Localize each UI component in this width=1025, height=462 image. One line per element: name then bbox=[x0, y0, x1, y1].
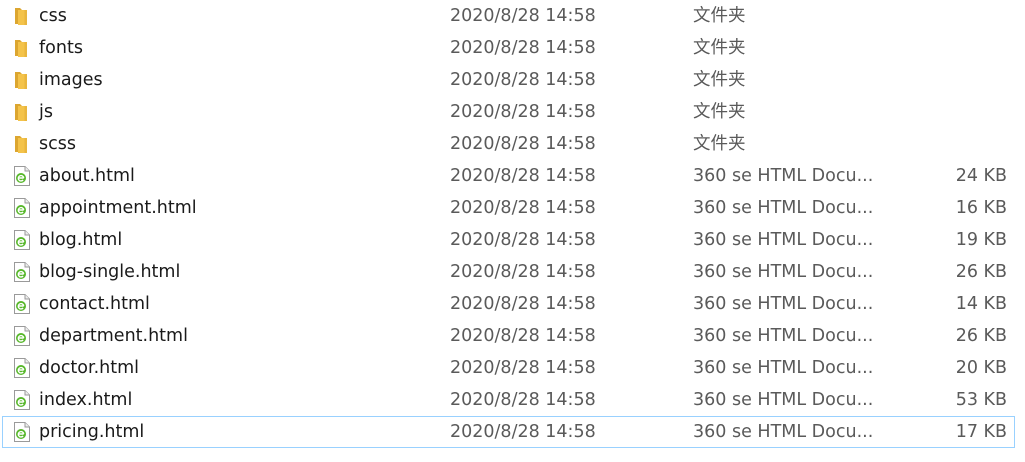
folder-icon bbox=[12, 37, 32, 59]
file-size: 19 KB bbox=[955, 230, 1007, 250]
file-name[interactable]: css bbox=[39, 6, 67, 26]
file-type: 360 se HTML Docu... bbox=[693, 422, 874, 442]
html-document-icon bbox=[12, 421, 32, 443]
file-date-modified: 2020/8/28 14:58 bbox=[450, 294, 596, 314]
file-size: 14 KB bbox=[955, 294, 1007, 314]
file-row[interactable]: department.html 2020/8/28 14:58 360 se HTM… bbox=[2, 320, 1015, 352]
folder-icon bbox=[12, 69, 32, 91]
html-document-icon bbox=[12, 261, 32, 283]
file-type: 文件夹 bbox=[693, 70, 746, 90]
file-type: 文件夹 bbox=[693, 102, 746, 122]
html-document-icon bbox=[12, 229, 32, 251]
file-type: 360 se HTML Docu... bbox=[693, 230, 874, 250]
file-name[interactable]: fonts bbox=[39, 38, 83, 58]
file-type: 文件夹 bbox=[693, 6, 746, 26]
file-row[interactable]: blog-single.html 2020/8/28 14:58 360 se HT… bbox=[2, 256, 1015, 288]
file-date-modified: 2020/8/28 14:58 bbox=[450, 358, 596, 378]
file-date-modified: 2020/8/28 14:58 bbox=[450, 390, 596, 410]
file-type: 360 se HTML Docu... bbox=[693, 294, 874, 314]
file-size: 53 KB bbox=[955, 390, 1007, 410]
folder-row[interactable]: scss 2020/8/28 14:58 文件夹 bbox=[2, 128, 1015, 160]
file-size: 16 KB bbox=[955, 198, 1007, 218]
file-type: 360 se HTML Docu... bbox=[693, 358, 874, 378]
file-date-modified: 2020/8/28 14:58 bbox=[450, 38, 596, 58]
file-type: 360 se HTML Docu... bbox=[693, 390, 874, 410]
file-name[interactable]: images bbox=[39, 70, 103, 90]
file-name[interactable]: contact.html bbox=[39, 294, 150, 314]
file-name[interactable]: pricing.html bbox=[39, 422, 144, 442]
file-date-modified: 2020/8/28 14:58 bbox=[450, 262, 596, 282]
file-name[interactable]: js bbox=[39, 102, 53, 122]
file-size: 26 KB bbox=[955, 262, 1007, 282]
file-type: 文件夹 bbox=[693, 38, 746, 58]
file-name[interactable]: index.html bbox=[39, 390, 132, 410]
file-row[interactable]: contact.html 2020/8/28 14:58 360 se HTML D… bbox=[2, 288, 1015, 320]
file-type: 360 se HTML Docu... bbox=[693, 262, 874, 282]
file-size: 24 KB bbox=[955, 166, 1007, 186]
folder-row[interactable]: css 2020/8/28 14:58 文件夹 bbox=[2, 0, 1015, 32]
file-date-modified: 2020/8/28 14:58 bbox=[450, 230, 596, 250]
file-size: 17 KB bbox=[955, 422, 1007, 442]
file-type: 360 se HTML Docu... bbox=[693, 198, 874, 218]
file-name[interactable]: doctor.html bbox=[39, 358, 139, 378]
folder-row[interactable]: js 2020/8/28 14:58 文件夹 bbox=[2, 96, 1015, 128]
folder-icon bbox=[12, 133, 32, 155]
html-document-icon bbox=[12, 357, 32, 379]
file-date-modified: 2020/8/28 14:58 bbox=[450, 6, 596, 26]
file-row[interactable]: about.html 2020/8/28 14:58 360 se HTML Doc… bbox=[2, 160, 1015, 192]
html-document-icon bbox=[12, 165, 32, 187]
file-size: 26 KB bbox=[955, 326, 1007, 346]
html-document-icon bbox=[12, 325, 32, 347]
file-date-modified: 2020/8/28 14:58 bbox=[450, 422, 596, 442]
file-type: 360 se HTML Docu... bbox=[693, 326, 874, 346]
file-date-modified: 2020/8/28 14:58 bbox=[450, 198, 596, 218]
folder-row[interactable]: images 2020/8/28 14:58 文件夹 bbox=[2, 64, 1015, 96]
file-name[interactable]: blog-single.html bbox=[39, 262, 180, 282]
html-document-icon bbox=[12, 293, 32, 315]
file-name[interactable]: appointment.html bbox=[39, 198, 197, 218]
file-list: css 2020/8/28 14:58 文件夹 fonts 2020/8/28 14:5… bbox=[0, 0, 1025, 462]
file-name[interactable]: blog.html bbox=[39, 230, 122, 250]
file-row[interactable]: appointment.html 2020/8/28 14:58 360 se HT… bbox=[2, 192, 1015, 224]
file-date-modified: 2020/8/28 14:58 bbox=[450, 134, 596, 154]
file-name[interactable]: scss bbox=[39, 134, 76, 154]
html-document-icon bbox=[12, 389, 32, 411]
file-date-modified: 2020/8/28 14:58 bbox=[450, 70, 596, 90]
file-row[interactable]: pricing.html 2020/8/28 14:58 360 se HTML D… bbox=[2, 416, 1015, 448]
file-name[interactable]: about.html bbox=[39, 166, 135, 186]
file-row[interactable]: doctor.html 2020/8/28 14:58 360 se HTML Do… bbox=[2, 352, 1015, 384]
file-size: 20 KB bbox=[955, 358, 1007, 378]
html-document-icon bbox=[12, 197, 32, 219]
file-row[interactable]: index.html 2020/8/28 14:58 360 se HTML Doc… bbox=[2, 384, 1015, 416]
folder-icon bbox=[12, 101, 32, 123]
file-name[interactable]: department.html bbox=[39, 326, 188, 346]
folder-icon bbox=[12, 5, 32, 27]
file-date-modified: 2020/8/28 14:58 bbox=[450, 166, 596, 186]
file-type: 文件夹 bbox=[693, 134, 746, 154]
file-type: 360 se HTML Docu... bbox=[693, 166, 874, 186]
file-row[interactable]: blog.html 2020/8/28 14:58 360 se HTML Docu… bbox=[2, 224, 1015, 256]
file-date-modified: 2020/8/28 14:58 bbox=[450, 326, 596, 346]
folder-row[interactable]: fonts 2020/8/28 14:58 文件夹 bbox=[2, 32, 1015, 64]
file-date-modified: 2020/8/28 14:58 bbox=[450, 102, 596, 122]
